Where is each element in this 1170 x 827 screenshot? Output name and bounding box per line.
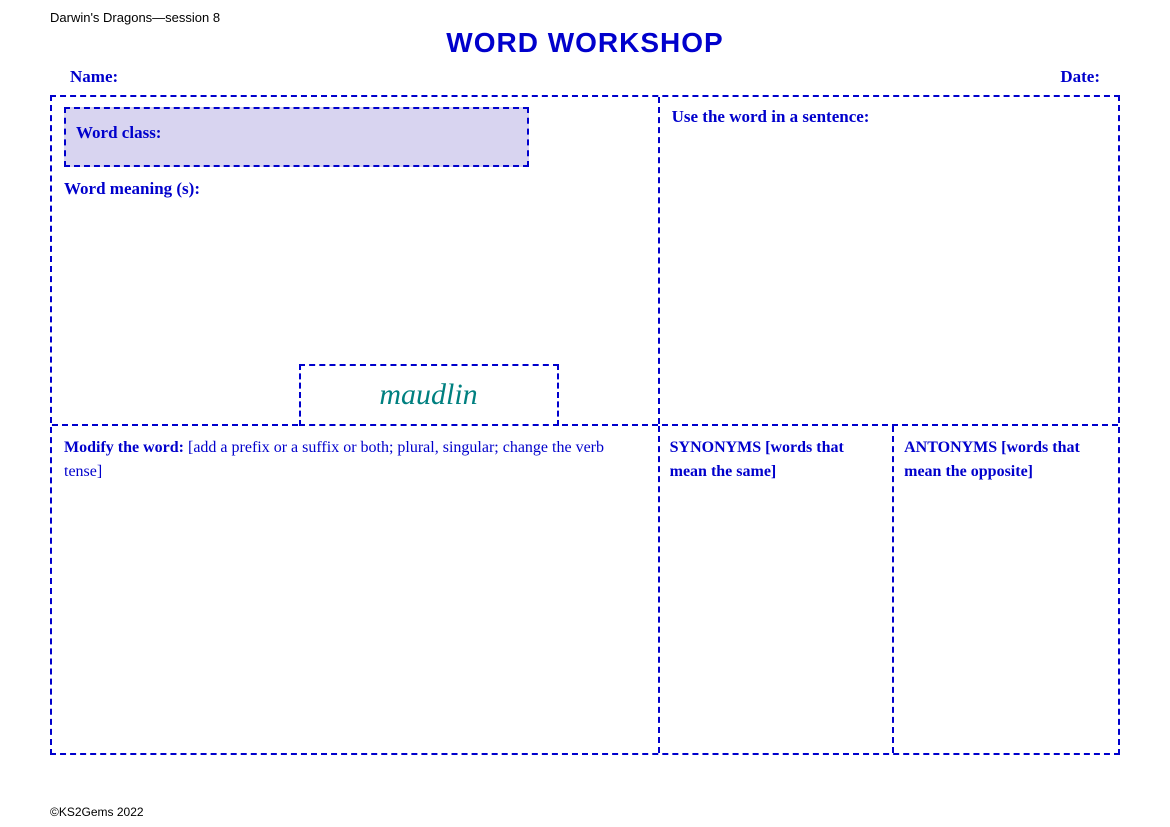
antonyms-section: ANTONYMS [words that mean the opposite]	[894, 426, 1118, 753]
antonyms-label: ANTONYMS [words that mean the opposite]	[904, 436, 1108, 484]
word-meaning-label: Word meaning (s):	[64, 179, 646, 199]
name-label: Name:	[70, 67, 118, 87]
modify-section: Modify the word: [add a prefix or a suff…	[52, 426, 660, 753]
center-word: maudlin	[379, 378, 477, 411]
left-column: Word class: Word meaning (s): maudlin	[52, 97, 660, 424]
word-class-label: Word class:	[76, 123, 161, 142]
page-container: Darwin's Dragons—session 8 WORD WORKSHOP…	[0, 0, 1170, 827]
synonyms-bold: SYNONYMS	[670, 439, 762, 456]
main-title: WORD WORKSHOP	[50, 27, 1120, 59]
modify-label-bold: Modify the word:	[64, 439, 184, 456]
antonyms-bold: ANTONYMS	[904, 439, 997, 456]
modify-label: Modify the word: [add a prefix or a suff…	[64, 436, 646, 484]
footer: ©KS2Gems 2022	[50, 805, 144, 819]
main-grid: Word class: Word meaning (s): maudlin Us…	[50, 95, 1120, 755]
center-word-container: maudlin	[299, 364, 559, 426]
word-class-box: Word class:	[64, 107, 529, 167]
synonyms-section: SYNONYMS [words that mean the same]	[660, 426, 895, 753]
synonyms-label: SYNONYMS [words that mean the same]	[670, 436, 883, 484]
use-sentence-label: Use the word in a sentence:	[672, 107, 1106, 127]
session-label: Darwin's Dragons—session 8	[50, 10, 220, 25]
right-column: Use the word in a sentence:	[660, 97, 1118, 424]
bottom-row: Modify the word: [add a prefix or a suff…	[52, 426, 1118, 753]
top-bar: Darwin's Dragons—session 8	[50, 10, 1120, 25]
top-row: Word class: Word meaning (s): maudlin Us…	[52, 97, 1118, 426]
name-date-row: Name: Date:	[50, 67, 1120, 87]
date-label: Date:	[1060, 67, 1100, 87]
